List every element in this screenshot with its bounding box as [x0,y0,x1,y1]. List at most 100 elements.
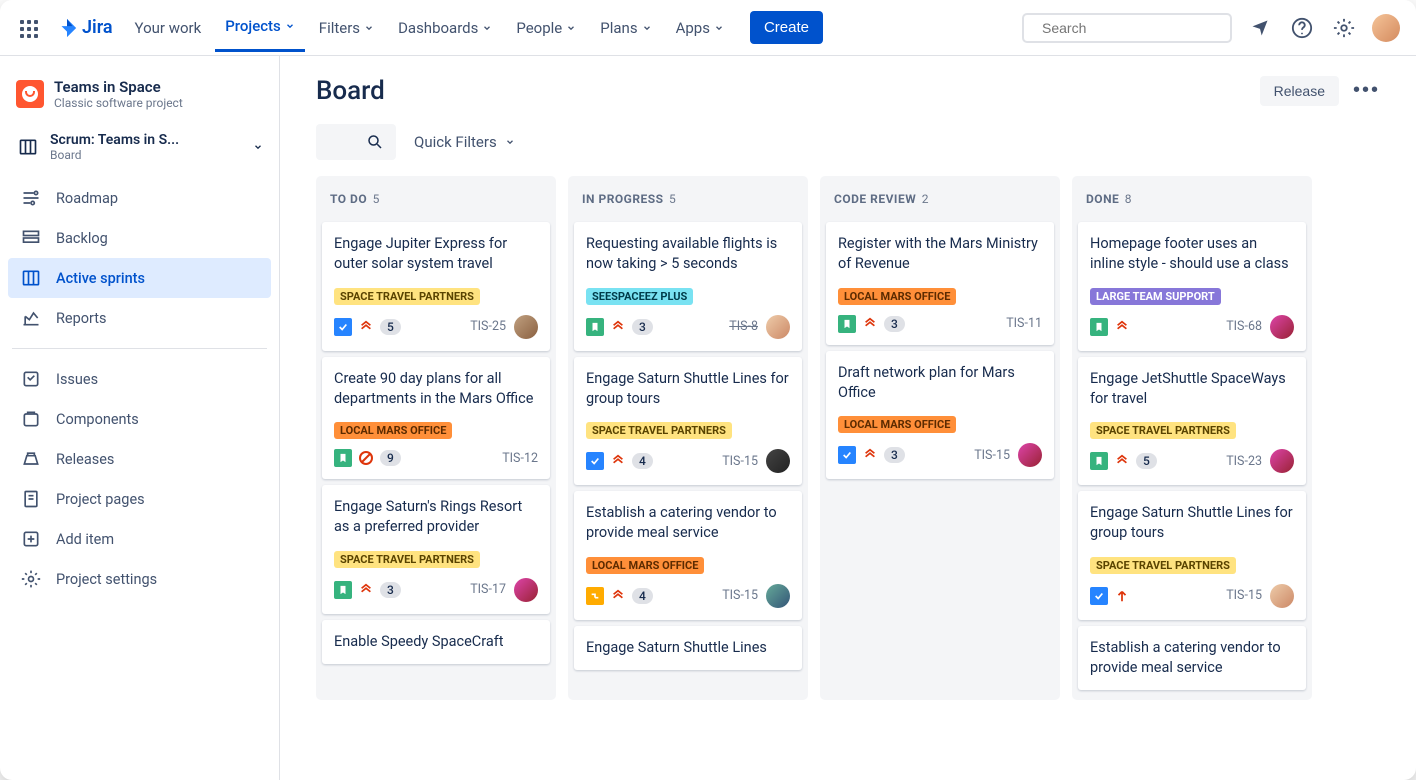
quick-filters[interactable]: Quick Filters [414,133,515,151]
sidebar-item-active-sprints[interactable]: Active sprints [8,258,271,298]
issue-card[interactable]: Establish a catering vendor to provide m… [574,491,802,620]
nav-dashboards[interactable]: Dashboards [388,3,502,52]
settings-icon [20,568,42,590]
story-type-icon [586,318,604,336]
sidebar-item-project-pages[interactable]: Project pages [8,479,271,519]
sidebar-item-issues[interactable]: Issues [8,359,271,399]
assignee-avatar[interactable] [766,315,790,339]
issue-card[interactable]: Create 90 day plans for all departments … [322,357,550,480]
sidebar-item-project-settings[interactable]: Project settings [8,559,271,599]
release-button[interactable]: Release [1260,76,1339,106]
sidebar-item-roadmap[interactable]: Roadmap [8,178,271,218]
app-switcher-icon[interactable] [16,16,40,40]
nav-filters[interactable]: Filters [309,3,384,52]
help-icon[interactable] [1288,14,1316,42]
issue-card[interactable]: Establish a catering vendor to provide m… [1078,626,1306,691]
assignee-avatar[interactable] [766,584,790,608]
sidebar-item-add-item[interactable]: Add item [8,519,271,559]
assignee-avatar[interactable] [514,315,538,339]
sidebar-item-backlog[interactable]: Backlog [8,218,271,258]
column-header: DONE 8 [1078,186,1306,216]
story-points: 3 [884,447,905,463]
epic-badge: LOCAL MARS OFFICE [838,288,956,305]
issue-card[interactable]: Requesting available flights is now taki… [574,222,802,351]
nav-your-work[interactable]: Your work [125,3,212,52]
card-title: Draft network plan for Mars Office [838,363,1042,404]
board-search[interactable] [316,124,396,160]
sub-type-icon [586,587,604,605]
chevron-down-icon [642,23,652,33]
issue-card[interactable]: Engage Saturn Shuttle Lines [574,626,802,670]
sidebar-item-label: Reports [56,310,107,327]
card-title: Establish a catering vendor to provide m… [586,503,790,544]
epic-badge: SPACE TRAVEL PARTNERS [586,422,732,439]
issue-card[interactable]: Homepage footer uses an inline style - s… [1078,222,1306,351]
issue-card[interactable]: Engage Saturn Shuttle Lines for group to… [574,357,802,486]
column-header: IN PROGRESS 5 [574,186,802,216]
chevron-down-icon [505,137,515,147]
issue-card[interactable]: Engage Jupiter Express for outer solar s… [322,222,550,351]
issue-key: TIS-68 [1226,319,1262,334]
issue-card[interactable]: Engage Saturn's Rings Resort as a prefer… [322,485,550,614]
nav-apps[interactable]: Apps [666,3,734,52]
board-selector[interactable]: Scrum: Teams in S... Board [8,124,271,170]
story-type-icon [334,581,352,599]
sidebar-item-releases[interactable]: Releases [8,439,271,479]
priority-highest-icon [1114,453,1130,469]
notifications-icon[interactable] [1246,14,1274,42]
issue-card[interactable]: Engage Saturn Shuttle Lines for group to… [1078,491,1306,620]
assignee-avatar[interactable] [766,449,790,473]
backlog-icon [20,227,42,249]
assignee-avatar[interactable] [1018,443,1042,467]
sidebar-item-label: Add item [56,531,114,548]
assignee-avatar[interactable] [1270,315,1294,339]
column-count: 8 [1125,192,1132,206]
priority-highest-icon [862,316,878,332]
more-button[interactable]: ••• [1353,79,1380,102]
issue-card[interactable]: Draft network plan for Mars Office LOCAL … [826,351,1054,480]
sidebar-item-label: Project settings [56,571,157,588]
card-title: Engage Saturn Shuttle Lines for group to… [586,369,790,410]
epic-badge: LOCAL MARS OFFICE [586,557,704,574]
card-title: Create 90 day plans for all departments … [334,369,538,410]
sidebar-item-label: Roadmap [56,190,118,207]
sidebar-item-reports[interactable]: Reports [8,298,271,338]
components-icon [20,408,42,430]
jira-logo[interactable]: Jira [56,17,113,39]
nav-people[interactable]: People [506,3,586,52]
assignee-avatar[interactable] [1270,449,1294,473]
search-input[interactable] [1042,20,1223,36]
story-type-icon [1090,318,1108,336]
story-points: 3 [380,582,401,598]
column-count: 5 [373,192,380,206]
story-points: 5 [1136,453,1157,469]
issue-card[interactable]: Enable Speedy SpaceCraft [322,620,550,664]
project-header[interactable]: Teams in Space Classic software project [8,74,271,124]
sidebar-divider [12,348,267,349]
brand-name: Jira [82,17,113,38]
profile-avatar[interactable] [1372,14,1400,42]
task-type-icon [586,452,604,470]
epic-badge: LOCAL MARS OFFICE [838,416,956,433]
epic-badge: SPACE TRAVEL PARTNERS [334,288,480,305]
story-points: 3 [884,316,905,332]
card-title: Engage JetShuttle SpaceWays for travel [1090,369,1294,410]
nav-plans[interactable]: Plans [590,3,661,52]
sidebar-item-label: Backlog [56,230,108,247]
chevron-down-icon [714,23,724,33]
create-button[interactable]: Create [750,11,823,44]
priority-highest-icon [358,582,374,598]
card-title: Engage Jupiter Express for outer solar s… [334,234,538,275]
epic-badge: SPACE TRAVEL PARTNERS [1090,557,1236,574]
priority-highest-icon [1114,319,1130,335]
issue-card[interactable]: Engage JetShuttle SpaceWays for travelSP… [1078,357,1306,486]
global-search[interactable] [1022,13,1232,43]
assignee-avatar[interactable] [514,578,538,602]
nav-projects[interactable]: Projects [215,3,305,52]
assignee-avatar[interactable] [1270,584,1294,608]
chevron-down-icon [285,21,295,31]
issue-card[interactable]: Register with the Mars Ministry of Reven… [826,222,1054,345]
settings-icon[interactable] [1330,14,1358,42]
sidebar-item-components[interactable]: Components [8,399,271,439]
priority-high-icon [1114,588,1130,604]
